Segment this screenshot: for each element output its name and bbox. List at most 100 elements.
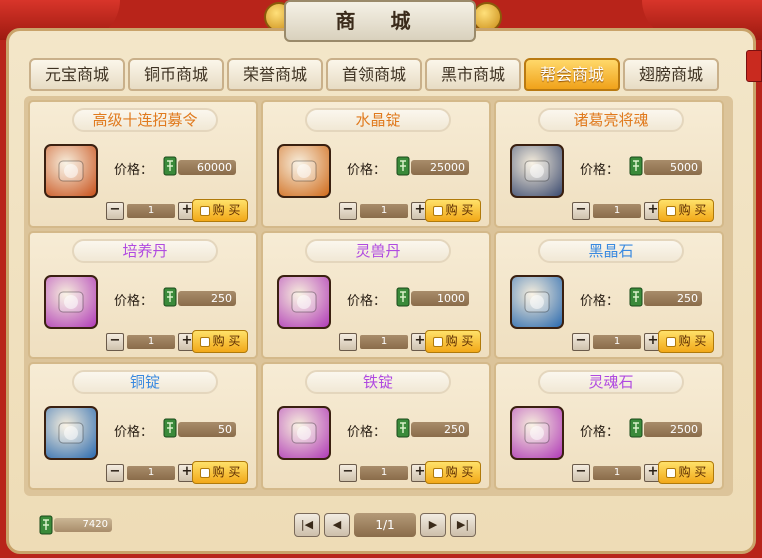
buy-button[interactable]: 购 买: [425, 330, 481, 353]
soul-stone-icon[interactable]: [510, 406, 564, 460]
decrease-quantity-button[interactable]: −: [572, 464, 590, 482]
price-label: 价格：: [580, 425, 620, 440]
prev-page-button[interactable]: ◀: [324, 513, 350, 537]
quantity-stepper: − 1 +: [106, 464, 196, 482]
quantity-stepper: − 1 +: [339, 333, 429, 351]
copper-ingot-icon[interactable]: [44, 406, 98, 460]
decrease-quantity-button[interactable]: −: [572, 202, 590, 220]
buy-button[interactable]: 购 买: [192, 461, 248, 484]
currency-icon: [396, 156, 410, 176]
item-price: 50: [178, 422, 236, 437]
item-card: 铜锭 价格： 50 − 1 + 购 买: [28, 362, 258, 490]
buy-button[interactable]: 购 买: [192, 199, 248, 222]
item-grid: 高级十连招募令 价格： 60000 − 1 + 购 买 水晶锭 价格： 2500…: [28, 100, 729, 490]
quantity-input[interactable]: 1: [593, 466, 641, 480]
currency-icon: [163, 156, 177, 176]
buy-button[interactable]: 购 买: [425, 199, 481, 222]
price-label: 价格：: [580, 163, 620, 178]
quantity-input[interactable]: 1: [360, 204, 408, 218]
iron-ingot-icon-glyph: [291, 422, 317, 444]
tab-boss-shop[interactable]: 首领商城: [326, 58, 422, 91]
item-name: 灵兽丹: [305, 239, 451, 263]
item-price: 5000: [644, 160, 702, 175]
recruit-token-icon-glyph: [58, 160, 84, 182]
price-label: 价格：: [114, 294, 154, 309]
decrease-quantity-button[interactable]: −: [572, 333, 590, 351]
currency-icon: [39, 515, 53, 535]
quantity-stepper: − 1 +: [572, 333, 662, 351]
window-frame: 商 城 元宝商城 铜币商城 荣誉商城 首领商城 黑市商城 帮会商城 翅膀商城 高…: [0, 0, 762, 558]
pagination: |◀ ◀ 1/1 ▶ ▶|: [294, 513, 476, 537]
item-name: 黑晶石: [538, 239, 684, 263]
item-card: 培养丹 价格： 250 − 1 + 购 买: [28, 231, 258, 359]
item-name: 水晶锭: [305, 108, 451, 132]
price-label: 价格：: [114, 425, 154, 440]
currency-icon: [629, 418, 643, 438]
currency-icon: [396, 287, 410, 307]
quantity-stepper: − 1 +: [572, 464, 662, 482]
price-label: 价格：: [580, 294, 620, 309]
quantity-input[interactable]: 1: [127, 466, 175, 480]
tab-black-market[interactable]: 黑市商城: [425, 58, 521, 91]
tab-guild-shop[interactable]: 帮会商城: [524, 58, 620, 91]
decrease-quantity-button[interactable]: −: [106, 202, 124, 220]
buy-button[interactable]: 购 买: [192, 330, 248, 353]
item-name: 培养丹: [72, 239, 218, 263]
quantity-input[interactable]: 1: [127, 204, 175, 218]
buy-button[interactable]: 购 买: [658, 199, 714, 222]
item-card: 灵魂石 价格： 2500 − 1 + 购 买: [494, 362, 724, 490]
crystal-ingot-icon[interactable]: [277, 144, 331, 198]
buy-label: 购 买: [212, 203, 241, 217]
item-card: 黑晶石 价格： 250 − 1 + 购 买: [494, 231, 724, 359]
quantity-input[interactable]: 1: [593, 335, 641, 349]
item-name: 灵魂石: [538, 370, 684, 394]
cultivation-pill-icon[interactable]: [44, 275, 98, 329]
quantity-input[interactable]: 1: [127, 335, 175, 349]
buy-label: 购 买: [212, 334, 241, 348]
decrease-quantity-button[interactable]: −: [106, 464, 124, 482]
buy-button[interactable]: 购 买: [658, 330, 714, 353]
currency-icon: [629, 156, 643, 176]
tab-wings-shop[interactable]: 翅膀商城: [623, 58, 719, 91]
quantity-stepper: − 1 +: [106, 333, 196, 351]
first-page-button[interactable]: |◀: [294, 513, 320, 537]
buy-label: 购 买: [678, 203, 707, 217]
item-name: 高级十连招募令: [72, 108, 218, 132]
decrease-quantity-button[interactable]: −: [339, 333, 357, 351]
recruit-token-icon[interactable]: [44, 144, 98, 198]
buy-button[interactable]: 购 买: [425, 461, 481, 484]
page-indicator: 1/1: [354, 513, 416, 537]
decrease-quantity-button[interactable]: −: [339, 464, 357, 482]
zhuge-liang-portrait-icon[interactable]: [510, 144, 564, 198]
soul-stone-icon-glyph: [524, 422, 550, 444]
buy-icon: [199, 336, 210, 347]
close-tab-button[interactable]: [746, 50, 762, 82]
buy-label: 购 买: [445, 465, 474, 479]
quantity-stepper: − 1 +: [339, 202, 429, 220]
iron-ingot-icon[interactable]: [277, 406, 331, 460]
item-name: 铜锭: [72, 370, 218, 394]
last-page-button[interactable]: ▶|: [450, 513, 476, 537]
buy-icon: [432, 336, 443, 347]
decrease-quantity-button[interactable]: −: [339, 202, 357, 220]
black-crystal-icon[interactable]: [510, 275, 564, 329]
shop-tabs: 元宝商城 铜币商城 荣誉商城 首领商城 黑市商城 帮会商城 翅膀商城: [29, 58, 719, 91]
buy-label: 购 买: [212, 465, 241, 479]
tab-yuanbao-shop[interactable]: 元宝商城: [29, 58, 125, 91]
quantity-input[interactable]: 1: [360, 466, 408, 480]
tab-copper-shop[interactable]: 铜币商城: [128, 58, 224, 91]
buy-icon: [432, 205, 443, 216]
quantity-input[interactable]: 1: [360, 335, 408, 349]
quantity-stepper: − 1 +: [106, 202, 196, 220]
quantity-input[interactable]: 1: [593, 204, 641, 218]
item-price: 250: [411, 422, 469, 437]
guild-contribution-balance: 7420: [54, 518, 112, 532]
decrease-quantity-button[interactable]: −: [106, 333, 124, 351]
tab-honor-shop[interactable]: 荣誉商城: [227, 58, 323, 91]
currency-icon: [163, 287, 177, 307]
buy-button[interactable]: 购 买: [658, 461, 714, 484]
buy-label: 购 买: [678, 465, 707, 479]
next-page-button[interactable]: ▶: [420, 513, 446, 537]
beast-pill-icon[interactable]: [277, 275, 331, 329]
buy-label: 购 买: [445, 203, 474, 217]
